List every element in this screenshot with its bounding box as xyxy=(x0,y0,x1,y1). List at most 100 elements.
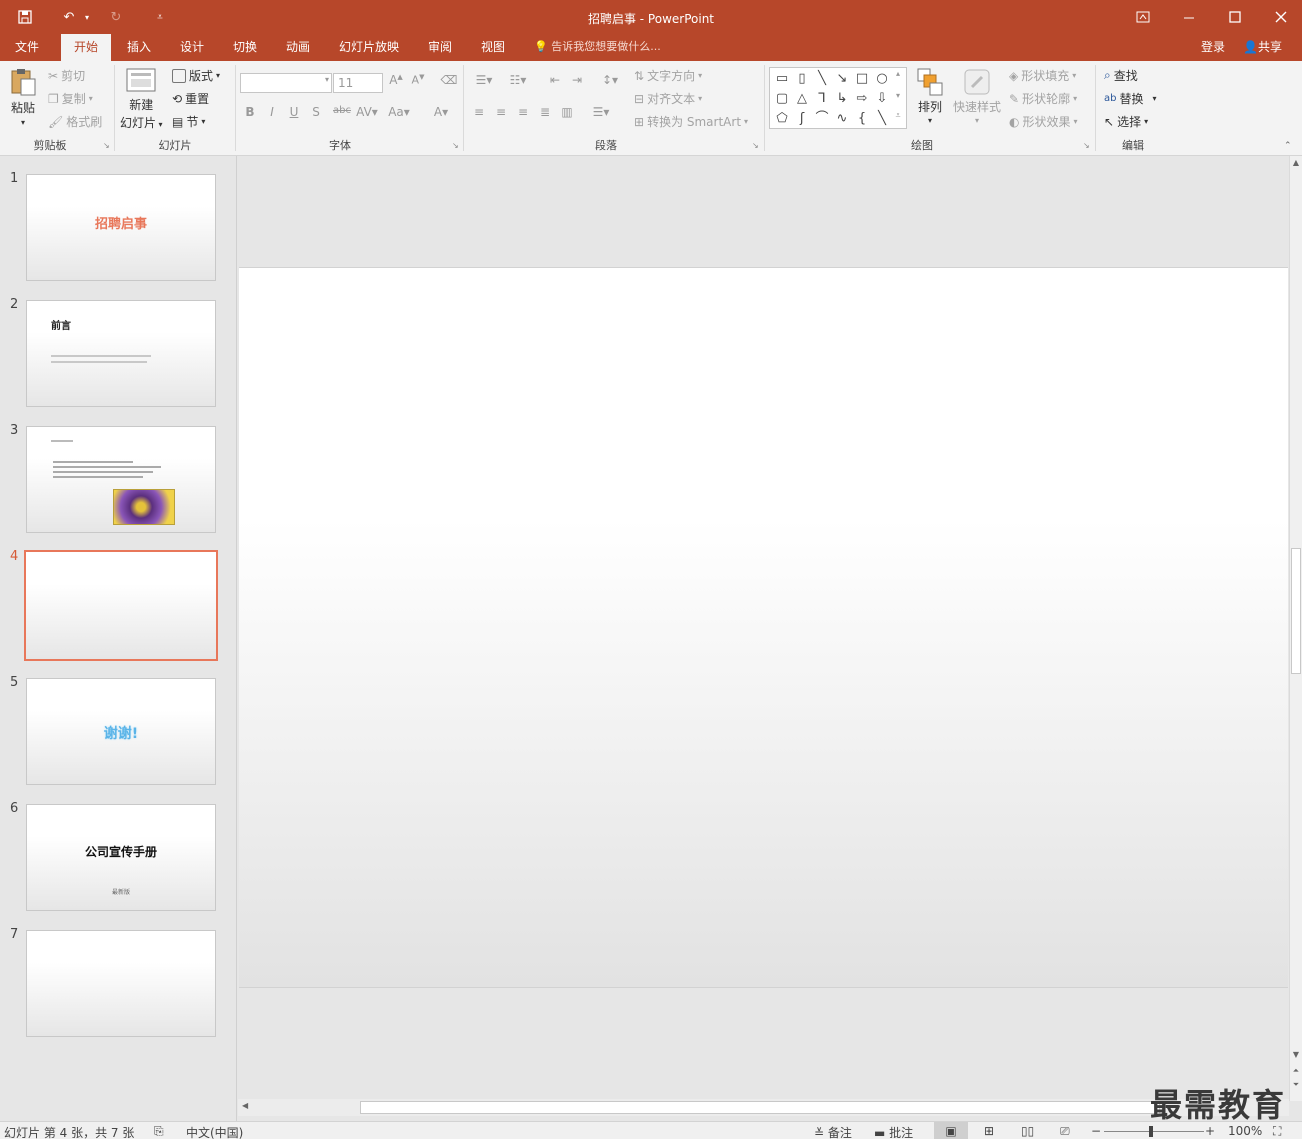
underline-icon[interactable]: U xyxy=(285,105,303,119)
triangle-shape-icon[interactable]: △ xyxy=(792,89,812,109)
brace-shape-icon[interactable]: { xyxy=(852,109,872,129)
find-button[interactable]: ⌕ 查找 xyxy=(1104,67,1138,84)
tab-file[interactable]: 文件 xyxy=(4,34,50,61)
tab-insert[interactable]: 插入 xyxy=(116,34,162,61)
diagonal-line-shape-icon[interactable]: ╲ xyxy=(872,109,892,129)
close-icon[interactable] xyxy=(1258,0,1302,34)
shape-outline-button[interactable]: ✎ 形状轮廓 ▾ xyxy=(1009,90,1077,107)
scroll-down-icon[interactable]: ▼ xyxy=(1290,1050,1302,1059)
vertical-scrollbar[interactable]: ▲ ▼ ⏶ ⏷ xyxy=(1289,156,1302,1101)
paragraph-launcher-icon[interactable]: ↘ xyxy=(752,141,759,150)
increase-indent-icon[interactable]: ⇥ xyxy=(568,73,586,87)
current-slide-canvas[interactable] xyxy=(239,267,1288,988)
down-arrow-shape-icon[interactable]: ⇩ xyxy=(872,89,892,109)
shapes-scroll-down-icon[interactable]: ▾ xyxy=(891,91,905,100)
horizontal-scroll-thumb[interactable] xyxy=(360,1101,1160,1114)
decrease-font-icon[interactable]: A▼ xyxy=(409,73,427,87)
quick-styles-button[interactable]: 快速样式 ▾ xyxy=(953,67,1001,125)
tab-slideshow[interactable]: 幻灯片放映 xyxy=(330,34,408,61)
bold-icon[interactable]: B xyxy=(241,105,259,119)
share-button[interactable]: 👤共享 xyxy=(1243,34,1282,60)
elbow-arrow-shape-icon[interactable]: ↳ xyxy=(832,89,852,109)
shapes-more-icon[interactable]: ⩡ xyxy=(891,111,905,121)
tab-view[interactable]: 视图 xyxy=(470,34,516,61)
shapes-scroll-up-icon[interactable]: ▴ xyxy=(891,69,905,78)
arrow-line-shape-icon[interactable]: ↘ xyxy=(832,69,852,89)
rectangle-shape-icon[interactable]: □ xyxy=(852,69,872,89)
tab-design[interactable]: 设计 xyxy=(169,34,215,61)
justify-icon[interactable]: ≣ xyxy=(536,105,554,119)
format-painter-button[interactable]: 🖌 格式刷 xyxy=(48,113,102,130)
minimize-icon[interactable] xyxy=(1166,0,1212,34)
slideshow-view-icon[interactable]: ⎚ xyxy=(1060,1124,1070,1139)
vertical-textbox-shape-icon[interactable]: ▯ xyxy=(792,69,812,89)
paragraph-spacing-icon[interactable]: ☰▾ xyxy=(588,105,614,119)
slide-thumbnail-6[interactable]: 公司宣传手册 最新版 xyxy=(26,804,216,911)
tab-animations[interactable]: 动画 xyxy=(275,34,321,61)
align-text-button[interactable]: ⊟ 对齐文本 ▾ xyxy=(634,90,702,107)
vertical-scroll-thumb[interactable] xyxy=(1291,548,1301,674)
slide-thumbnail-4[interactable] xyxy=(24,550,218,661)
horizontal-scrollbar[interactable]: ◀ xyxy=(238,1099,1289,1116)
tell-me-box[interactable]: 💡 告诉我您想要做什么... xyxy=(534,34,661,61)
rounded-rectangle-shape-icon[interactable]: ▢ xyxy=(772,89,792,109)
font-launcher-icon[interactable]: ↘ xyxy=(452,141,459,150)
drawing-launcher-icon[interactable]: ↘ xyxy=(1083,141,1090,150)
zoom-slider-thumb[interactable] xyxy=(1149,1126,1153,1137)
notes-button[interactable]: ≚ 备注 xyxy=(814,1124,852,1139)
tab-home[interactable]: 开始 xyxy=(61,34,111,61)
align-left-icon[interactable]: ≡ xyxy=(470,105,488,119)
oval-shape-icon[interactable]: ○ xyxy=(872,69,892,89)
italic-icon[interactable]: I xyxy=(263,105,281,119)
cut-button[interactable]: ✂ 剪切 xyxy=(48,67,85,84)
slide-sorter-view-icon[interactable]: ⊞ xyxy=(984,1124,994,1138)
replace-button[interactable]: ab 替换 ▾ xyxy=(1104,90,1157,107)
columns-icon[interactable]: ▥ xyxy=(558,105,576,119)
collapse-ribbon-icon[interactable]: ⌃ xyxy=(1284,141,1292,151)
line-spacing-icon[interactable]: ↕▾ xyxy=(598,73,622,87)
new-slide-button[interactable]: 新建 幻灯片 ▾ xyxy=(120,67,163,131)
right-arrow-shape-icon[interactable]: ⇨ xyxy=(852,89,872,109)
copy-button[interactable]: ❐ 复制 ▾ xyxy=(48,90,93,107)
zoom-in-icon[interactable]: + xyxy=(1205,1124,1215,1138)
login-link[interactable]: 登录 xyxy=(1201,34,1225,60)
tab-review[interactable]: 审阅 xyxy=(417,34,463,61)
numbering-icon[interactable]: ☷▾ xyxy=(504,73,532,87)
line-shape-icon[interactable]: ╲ xyxy=(812,69,832,89)
next-slide-icon[interactable]: ⏷ xyxy=(1290,1080,1302,1090)
curve-shape-icon[interactable]: ∿ xyxy=(832,109,852,129)
previous-slide-icon[interactable]: ⏶ xyxy=(1290,1066,1302,1076)
shadow-icon[interactable]: S xyxy=(307,105,325,119)
slide-thumbnail-2[interactable]: 前言 xyxy=(26,300,216,407)
slide-thumbnail-7[interactable] xyxy=(26,930,216,1037)
align-right-icon[interactable]: ≡ xyxy=(514,105,532,119)
character-spacing-icon[interactable]: AV▾ xyxy=(354,105,380,119)
select-button[interactable]: ↖ 选择 ▾ xyxy=(1104,113,1148,130)
section-button[interactable]: ▤ 节 ▾ xyxy=(172,113,205,130)
align-center-icon[interactable]: ≡ xyxy=(492,105,510,119)
scribble-shape-icon[interactable]: ʃ xyxy=(792,109,812,129)
slide-thumbnail-5[interactable]: 谢谢! xyxy=(26,678,216,785)
decrease-indent-icon[interactable]: ⇤ xyxy=(546,73,564,87)
tab-transitions[interactable]: 切换 xyxy=(222,34,268,61)
language-indicator[interactable]: 中文(中国) xyxy=(186,1124,243,1139)
freeform-shape-icon[interactable]: ⬠ xyxy=(772,109,792,129)
zoom-level[interactable]: 100% xyxy=(1228,1124,1262,1138)
slide-thumbnail-1[interactable]: 招聘启事 xyxy=(26,174,216,281)
ribbon-display-options-icon[interactable] xyxy=(1120,0,1166,34)
comments-button[interactable]: ▬ 批注 xyxy=(874,1124,913,1139)
shape-effects-button[interactable]: ◐ 形状效果 ▾ xyxy=(1009,113,1078,130)
textbox-shape-icon[interactable]: ▭ xyxy=(772,69,792,89)
change-case-icon[interactable]: Aa▾ xyxy=(386,105,412,119)
font-size-input[interactable]: 11 xyxy=(333,73,383,93)
arc-shape-icon[interactable]: ⌒ xyxy=(812,109,832,129)
scroll-left-icon[interactable]: ◀ xyxy=(242,1101,248,1110)
slide-thumbnail-3[interactable] xyxy=(26,426,216,533)
paste-button[interactable]: 粘贴 ▾ xyxy=(8,67,38,127)
spell-check-icon[interactable]: ⎘ xyxy=(154,1124,164,1139)
reset-button[interactable]: ⟲ 重置 xyxy=(172,90,209,107)
font-color-icon[interactable]: A▾ xyxy=(428,105,454,119)
zoom-slider[interactable] xyxy=(1104,1131,1204,1132)
normal-view-icon[interactable]: ▣ xyxy=(934,1122,968,1139)
zoom-out-icon[interactable]: − xyxy=(1091,1124,1101,1138)
